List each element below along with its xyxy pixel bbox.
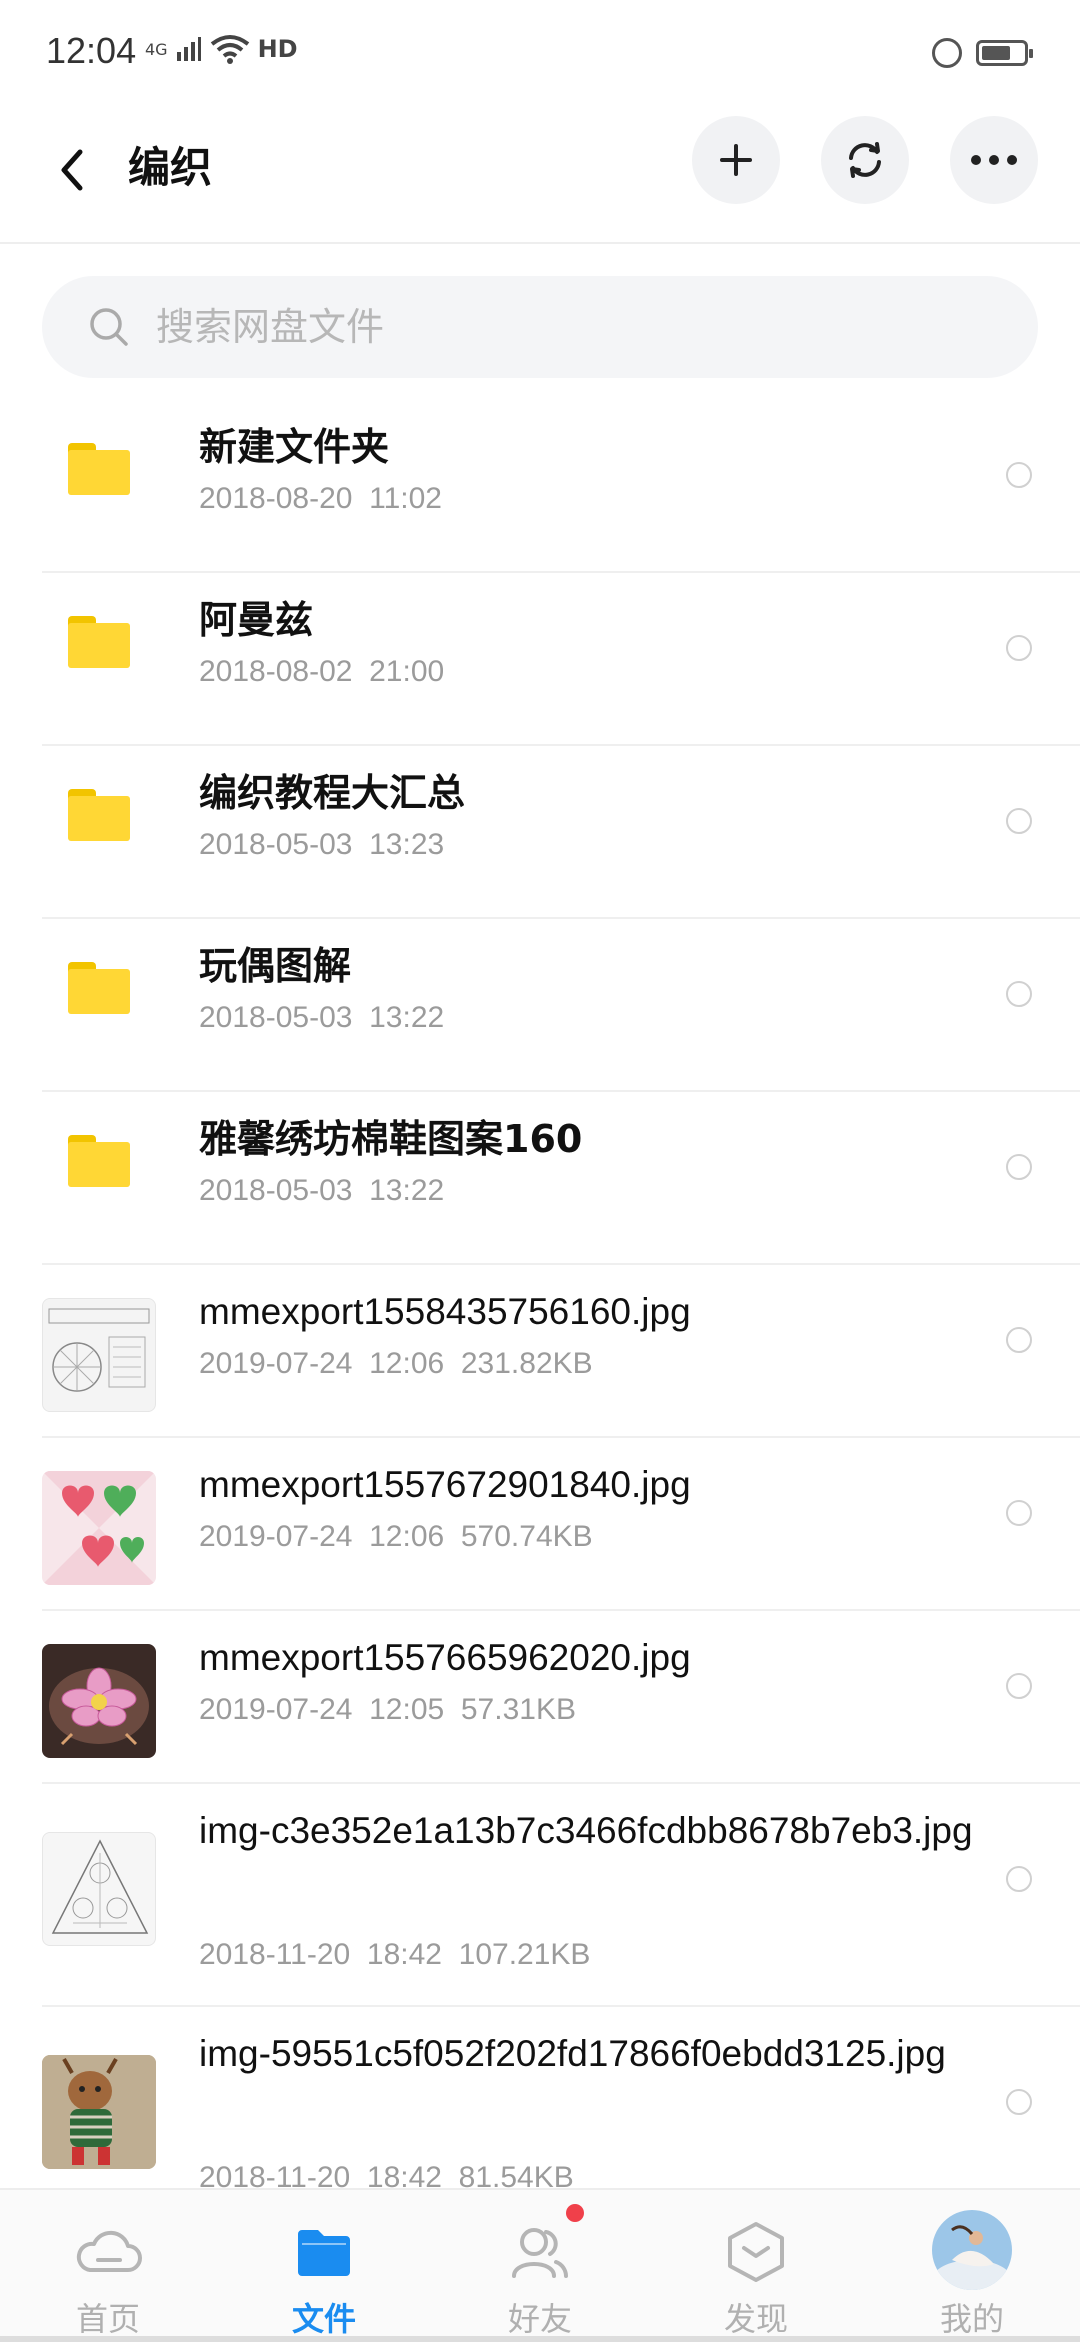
select-radio[interactable]: [1006, 1154, 1032, 1180]
file-meta: 2018-05-03 13:22: [199, 1001, 445, 1034]
nav-home[interactable]: 首页: [0, 2190, 216, 2342]
wifi-icon: [210, 35, 249, 64]
file-meta: 2019-07-24 12:05 57.31KB: [199, 1693, 576, 1726]
list-item[interactable]: 玩偶图解 2018-05-03 13:22: [42, 919, 1080, 1092]
avatar: [932, 2210, 1012, 2290]
file-list: 新建文件夹 2018-08-20 11:02 阿曼兹 2018-08-02 21…: [42, 400, 1080, 2228]
pattern-chart-thumbnail: [48, 1308, 150, 1392]
select-radio[interactable]: [1006, 635, 1032, 661]
hd-icon: HD: [257, 35, 298, 63]
image-thumbnail: [42, 1298, 156, 1412]
folder-icon: [68, 1135, 130, 1187]
friends-icon: [512, 2228, 568, 2278]
back-arrow-icon[interactable]: [52, 140, 92, 200]
image-thumbnail: [42, 1832, 156, 1946]
image-thumbnail: [42, 1644, 156, 1758]
file-name: img-c3e352e1a13b7c3466fcdbb8678b7eb3.jpg: [199, 1810, 973, 1851]
page-title: 编织: [128, 143, 213, 192]
battery-icon: [976, 40, 1033, 66]
file-name: mmexport1557672901840.jpg: [199, 1464, 691, 1505]
nav-label: 首页: [75, 2300, 140, 2338]
sync-button[interactable]: [821, 116, 909, 204]
bottom-nav: 首页 文件 好友 发现 我的: [0, 2188, 1080, 2342]
notification-badge: [566, 2204, 584, 2222]
home-indicator: [0, 2336, 1080, 2342]
plus-icon: [720, 144, 752, 176]
file-meta: 2018-08-02 21:00: [199, 655, 445, 688]
list-item[interactable]: mmexport1558435756160.jpg 2019-07-24 12:…: [42, 1265, 1080, 1438]
folder-icon: [68, 789, 130, 841]
select-radio[interactable]: [1006, 1673, 1032, 1699]
file-name: 玩偶图解: [199, 944, 352, 988]
network-label: 4G: [145, 39, 168, 59]
lace-triangle-thumbnail: [51, 1839, 149, 1934]
select-radio[interactable]: [1006, 1866, 1032, 1892]
list-item[interactable]: mmexport1557672901840.jpg 2019-07-24 12:…: [42, 1438, 1080, 1611]
search-bar[interactable]: [42, 276, 1038, 378]
file-meta: 2019-07-24 12:06 231.82KB: [199, 1347, 593, 1380]
file-meta: 2019-07-24 12:06 570.74KB: [199, 1520, 593, 1553]
file-name: 编织教程大汇总: [199, 771, 466, 815]
select-radio[interactable]: [1006, 2089, 1032, 2115]
nav-friends[interactable]: 好友: [432, 2190, 648, 2342]
discover-icon: [728, 2222, 784, 2282]
image-thumbnail: [42, 1471, 156, 1585]
file-name: 雅馨绣坊棉鞋图案160: [199, 1117, 583, 1161]
file-name: img-59551c5f052f202fd17866f0ebdd3125.jpg: [199, 2033, 946, 2074]
folder-icon: [68, 962, 130, 1014]
nav-label: 发现: [723, 2300, 788, 2338]
search-icon: [90, 308, 128, 346]
select-radio[interactable]: [1006, 1327, 1032, 1353]
folder-icon: [68, 443, 130, 495]
more-button[interactable]: [950, 116, 1038, 204]
home-cloud-icon: [76, 2230, 142, 2272]
list-item[interactable]: 阿曼兹 2018-08-02 21:00: [42, 573, 1080, 746]
toy-deer-thumbnail: [42, 2055, 156, 2169]
list-item[interactable]: 雅馨绣坊棉鞋图案160 2018-05-03 13:22: [42, 1092, 1080, 1265]
nav-label: 我的: [939, 2300, 1004, 2338]
add-button[interactable]: [692, 116, 780, 204]
search-input[interactable]: [154, 296, 958, 358]
status-bar: 12:04 4G HD: [0, 0, 1080, 110]
top-bar: 编织: [0, 110, 1080, 244]
status-icons: 4G HD: [145, 34, 298, 64]
file-name: 新建文件夹: [199, 425, 390, 469]
nav-label: 好友: [507, 2300, 572, 2338]
more-icon: [971, 155, 1017, 165]
nav-profile[interactable]: 我的: [864, 2190, 1080, 2342]
file-name: 阿曼兹: [199, 598, 314, 642]
list-item[interactable]: img-c3e352e1a13b7c3466fcdbb8678b7eb3.jpg…: [42, 1784, 1080, 2007]
flower-cushion-thumbnail: [49, 1667, 149, 1746]
select-radio[interactable]: [1006, 1500, 1032, 1526]
folder-icon: [298, 2230, 350, 2276]
image-thumbnail: [42, 2055, 156, 2169]
select-radio[interactable]: [1006, 462, 1032, 488]
rotation-lock-icon: [932, 38, 962, 68]
file-meta: 2018-08-20 11:02: [199, 482, 442, 515]
list-item[interactable]: mmexport1557665962020.jpg 2019-07-24 12:…: [42, 1611, 1080, 1784]
heart-pattern-thumbnail: [42, 1471, 156, 1585]
nav-label: 文件: [291, 2300, 356, 2338]
nav-files[interactable]: 文件: [216, 2190, 432, 2342]
folder-icon: [68, 616, 130, 668]
sync-icon: [849, 142, 881, 178]
file-meta: 2018-05-03 13:23: [199, 828, 445, 861]
status-time: 12:04: [46, 30, 137, 71]
select-radio[interactable]: [1006, 808, 1032, 834]
file-name: mmexport1557665962020.jpg: [199, 1637, 691, 1678]
file-meta: 2018-05-03 13:22: [199, 1174, 445, 1207]
list-item[interactable]: 新建文件夹 2018-08-20 11:02: [42, 400, 1080, 573]
list-item[interactable]: 编织教程大汇总 2018-05-03 13:23: [42, 746, 1080, 919]
file-name: mmexport1558435756160.jpg: [199, 1291, 691, 1332]
signal-icon: [176, 37, 201, 61]
nav-discover[interactable]: 发现: [648, 2190, 864, 2342]
select-radio[interactable]: [1006, 981, 1032, 1007]
file-meta: 2018-11-20 18:42 107.21KB: [199, 1938, 591, 1971]
